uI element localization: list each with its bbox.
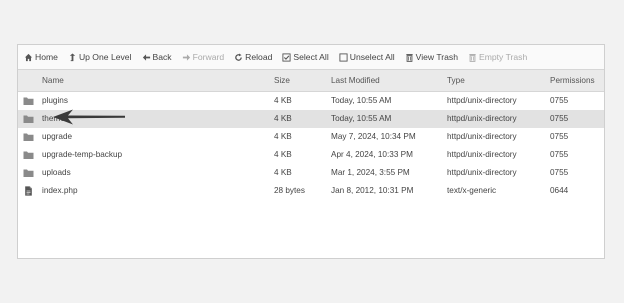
file-list: plugins 4 KB Today, 10:55 AM httpd/unix-…: [18, 92, 604, 200]
table-row[interactable]: upgrade 4 KB May 7, 2024, 10:34 PM httpd…: [18, 128, 604, 146]
file-name: upgrade: [42, 132, 73, 141]
folder-icon: [23, 96, 34, 106]
arrow-left-icon: [142, 53, 151, 62]
checkbox-checked-icon: [282, 52, 291, 62]
empty-trash-button[interactable]: Empty Trash: [468, 52, 527, 62]
column-header-name[interactable]: Name: [42, 70, 64, 91]
file-size: 4 KB: [274, 96, 292, 105]
file-icon: [23, 186, 34, 196]
file-modified: Mar 1, 2024, 3:55 PM: [331, 168, 410, 177]
table-row[interactable]: index.php 28 bytes Jan 8, 2012, 10:31 PM…: [18, 182, 604, 200]
home-button[interactable]: Home: [24, 52, 58, 62]
forward-button[interactable]: Forward: [182, 52, 225, 62]
file-name: upgrade-temp-backup: [42, 150, 123, 159]
file-permissions: 0644: [550, 186, 569, 195]
file-manager-panel: Home Up One Level Back Forward Reload Se…: [17, 44, 605, 259]
checkbox-empty-icon: [339, 52, 348, 62]
back-label: Back: [152, 52, 172, 62]
file-permissions: 0755: [550, 168, 569, 177]
folder-icon: [23, 132, 34, 142]
file-permissions: 0755: [550, 150, 569, 159]
column-header-type[interactable]: Type: [447, 70, 465, 91]
file-modified: Today, 10:55 AM: [331, 96, 392, 105]
file-permissions: 0755: [550, 114, 569, 123]
up-one-level-label: Up One Level: [78, 52, 132, 62]
table-row[interactable]: upgrade-temp-backup 4 KB Apr 4, 2024, 10…: [18, 146, 604, 164]
file-modified: Apr 4, 2024, 10:33 PM: [331, 150, 413, 159]
back-button[interactable]: Back: [142, 52, 172, 62]
file-modified: Today, 10:55 AM: [331, 114, 392, 123]
file-name: uploads: [42, 168, 71, 177]
file-name: themes: [42, 114, 69, 123]
table-header: Name Size Last Modified Type Permissions: [18, 70, 604, 92]
file-size: 4 KB: [274, 150, 292, 159]
select-all-label: Select All: [293, 52, 329, 62]
file-type: httpd/unix-directory: [447, 114, 517, 123]
trash-icon: [405, 53, 414, 62]
file-size: 4 KB: [274, 168, 292, 177]
up-one-level-button[interactable]: Up One Level: [68, 52, 132, 62]
folder-icon: [23, 150, 34, 160]
select-all-button[interactable]: Select All: [282, 52, 329, 62]
column-header-size[interactable]: Size: [274, 70, 290, 91]
file-permissions: 0755: [550, 96, 569, 105]
file-name: index.php: [42, 186, 78, 195]
folder-icon: [23, 114, 34, 124]
table-row[interactable]: themes 4 KB Today, 10:55 AM httpd/unix-d…: [18, 110, 604, 128]
table-row[interactable]: uploads 4 KB Mar 1, 2024, 3:55 PM httpd/…: [18, 164, 604, 182]
reload-icon: [234, 53, 243, 62]
file-size: 4 KB: [274, 114, 292, 123]
level-up-icon: [68, 52, 77, 62]
arrow-right-icon: [182, 53, 191, 62]
file-size: 28 bytes: [274, 186, 305, 195]
reload-button[interactable]: Reload: [234, 52, 272, 62]
empty-trash-label: Empty Trash: [479, 52, 528, 62]
file-modified: May 7, 2024, 10:34 PM: [331, 132, 416, 141]
trash-icon: [468, 53, 477, 62]
unselect-all-button[interactable]: Unselect All: [339, 52, 395, 62]
forward-label: Forward: [192, 52, 225, 62]
folder-icon: [23, 168, 34, 178]
unselect-all-label: Unselect All: [349, 52, 395, 62]
view-trash-label: View Trash: [415, 52, 458, 62]
file-permissions: 0755: [550, 132, 569, 141]
file-name: plugins: [42, 96, 68, 105]
home-label: Home: [35, 52, 58, 62]
file-type: httpd/unix-directory: [447, 168, 517, 177]
file-type: httpd/unix-directory: [447, 132, 517, 141]
toolbar: Home Up One Level Back Forward Reload Se…: [18, 45, 604, 70]
file-modified: Jan 8, 2012, 10:31 PM: [331, 186, 414, 195]
table-row[interactable]: plugins 4 KB Today, 10:55 AM httpd/unix-…: [18, 92, 604, 110]
view-trash-button[interactable]: View Trash: [405, 52, 458, 62]
home-icon: [24, 53, 33, 62]
file-type: httpd/unix-directory: [447, 150, 517, 159]
file-size: 4 KB: [274, 132, 292, 141]
reload-label: Reload: [245, 52, 273, 62]
file-type: httpd/unix-directory: [447, 96, 517, 105]
column-header-permissions[interactable]: Permissions: [550, 70, 595, 91]
column-header-last-modified[interactable]: Last Modified: [331, 70, 380, 91]
file-type: text/x-generic: [447, 186, 497, 195]
